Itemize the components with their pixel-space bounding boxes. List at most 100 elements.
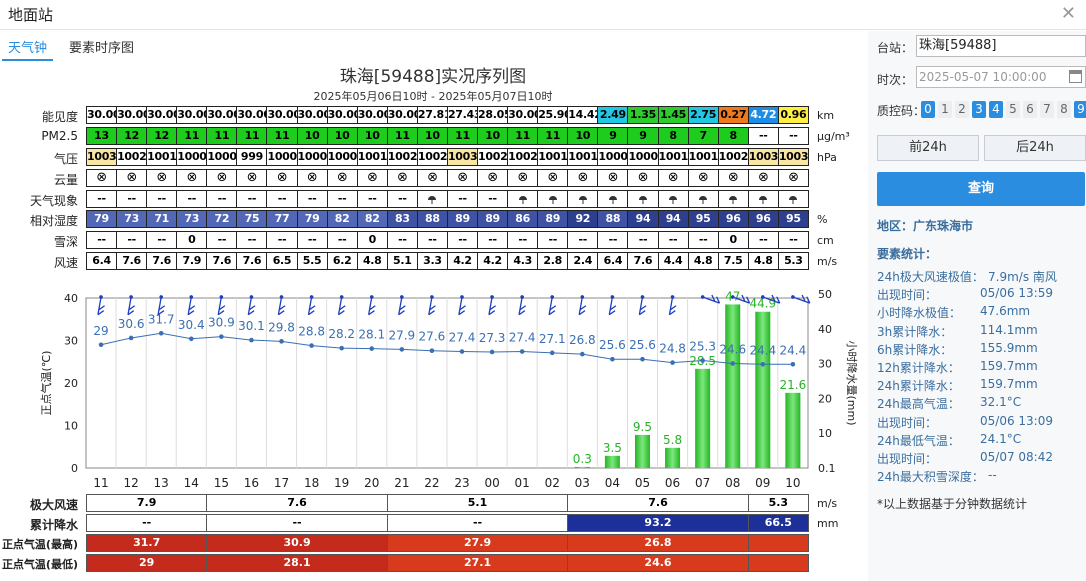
weather-cell: -- — [477, 190, 509, 208]
query-button[interactable]: 查询 — [877, 172, 1085, 206]
temperature-point — [429, 348, 435, 353]
stat-value: 24.1°C — [980, 431, 1022, 446]
summary-cell: 24.6 — [567, 554, 749, 572]
qc-code-toggle[interactable]: 6 — [1023, 101, 1037, 118]
rain-shower-icon — [567, 190, 599, 208]
wind-cell: 7.9 — [176, 252, 208, 270]
pm25-cell: 8 — [717, 127, 749, 145]
stat-key: 小时降水极值： — [877, 306, 962, 321]
temperature-point — [399, 347, 405, 352]
stat-value: 159.7mm — [980, 359, 1038, 373]
cloud-symbol-icon: ⊗ — [206, 169, 238, 187]
close-icon[interactable]: ✕ — [1061, 3, 1076, 24]
visibility-cell: 14.42 — [567, 106, 599, 124]
pressure-cell: 999 — [236, 148, 268, 166]
temperature-point — [279, 339, 284, 344]
x-tick-label: 08 — [725, 476, 740, 490]
temperature-point — [459, 349, 465, 354]
x-tick-label: 05 — [635, 476, 650, 490]
temperature-value-label: 27.3 — [479, 331, 506, 345]
summary-cell: 29 — [86, 554, 208, 572]
qc-code-toggle[interactable]: 0 — [921, 101, 935, 118]
snow-cell: -- — [386, 231, 418, 249]
temperature-value-label: 25.6 — [599, 338, 626, 352]
qc-code-toggle[interactable]: 3 — [972, 101, 986, 118]
temperature-point — [760, 362, 766, 367]
snow-cell: -- — [777, 231, 809, 249]
station-label: 台站： — [877, 41, 914, 55]
station-input[interactable]: 珠海[59488] — [916, 35, 1086, 57]
stats-title: 要素统计： — [877, 247, 938, 261]
cloud-symbol-icon: ⊗ — [747, 169, 779, 187]
precip-bar — [634, 434, 650, 468]
prev-24h-button[interactable]: 前24h — [877, 135, 979, 161]
wind-cell: 7.6 — [206, 252, 238, 270]
qc-code-toggle[interactable]: 7 — [1040, 101, 1054, 118]
x-tick-label: 10 — [785, 476, 800, 490]
weather-cell: -- — [326, 190, 358, 208]
weather-cell: -- — [236, 190, 268, 208]
wind-cell: 6.5 — [266, 252, 298, 270]
temperature-value-label: 24.6 — [719, 342, 746, 356]
time-input[interactable]: 2025-05-07 10:00:00 — [916, 66, 1086, 88]
snow-cell: -- — [266, 231, 298, 249]
pm25-cell: 11 — [236, 127, 268, 145]
qc-code-toggle[interactable]: 9 — [1074, 101, 1086, 118]
stat-value: 05/06 13:09 — [980, 413, 1053, 428]
wind-cell: 7.6 — [236, 252, 268, 270]
wind-cell: 3.3 — [416, 252, 448, 270]
pressure-cell: 1002 — [717, 148, 749, 166]
humidity-cell: 89 — [446, 210, 479, 228]
row-label-weather: 天气现象 — [29, 194, 78, 208]
x-tick-label: 07 — [695, 476, 710, 490]
visibility-cell: 30.00 — [206, 106, 238, 124]
temperature-point — [730, 361, 736, 366]
qc-code-toggle[interactable]: 2 — [955, 101, 969, 118]
qc-code-toggle[interactable]: 5 — [1006, 101, 1020, 118]
snow-cell: 0 — [356, 231, 388, 249]
x-tick-label: 15 — [214, 476, 229, 490]
tab-weather-clock[interactable]: 天气钟 — [2, 35, 54, 61]
stat-value: 7.9m/s 南风 — [988, 270, 1057, 284]
humidity-cell: 89 — [477, 210, 509, 228]
pm25-cell: 10 — [416, 127, 448, 145]
x-tick-label: 21 — [394, 476, 409, 490]
y2-axis-title: 小时降水量(mm) — [845, 340, 859, 425]
calendar-icon[interactable] — [1069, 70, 1082, 83]
summary-cell: 5.1 — [386, 494, 569, 512]
visibility-cell: 30.00 — [146, 106, 178, 124]
qc-code-toggle[interactable]: 1 — [938, 101, 952, 118]
visibility-cell: 30.00 — [326, 106, 358, 124]
temperature-point — [610, 356, 615, 362]
snow-cell: -- — [326, 231, 358, 249]
visibility-cell: 27.81 — [416, 106, 448, 124]
snow-cell: -- — [627, 231, 659, 249]
snow-cell: -- — [446, 231, 479, 249]
pressure-cell: 1002 — [477, 148, 509, 166]
weather-cell: -- — [386, 190, 418, 208]
wind-cell: 2.4 — [567, 252, 599, 270]
qc-code-toggle[interactable]: 4 — [989, 101, 1003, 118]
temperature-value-label: 30.9 — [208, 316, 235, 330]
humidity-cell: 73 — [176, 210, 208, 228]
cloud-symbol-icon: ⊗ — [386, 169, 418, 187]
temperature-point — [128, 335, 134, 341]
row-label-cloud: 云量 — [53, 173, 78, 187]
row-unit-wind: m/s — [817, 255, 838, 268]
summary-cell: 7.6 — [206, 494, 388, 512]
cloud-symbol-icon: ⊗ — [537, 169, 569, 187]
humidity-cell: 96 — [747, 210, 779, 228]
sidebar: 台站： 珠海[59488] 时次： 2025-05-07 10:00:00 质控… — [868, 31, 1086, 581]
visibility-cell: 30.00 — [386, 106, 418, 124]
temperature-value-label: 24.4 — [780, 343, 807, 357]
humidity-cell: 72 — [206, 210, 238, 228]
next-24h-button[interactable]: 后24h — [984, 135, 1086, 161]
visibility-cell: 1.35 — [627, 106, 659, 124]
qc-code-toggle[interactable]: 8 — [1057, 101, 1071, 118]
tab-element-timeseries[interactable]: 要素时序图 — [63, 35, 140, 58]
summary-cell: 5.3 — [747, 494, 809, 512]
humidity-cell: 75 — [236, 210, 268, 228]
temperature-value-label: 30.4 — [178, 318, 205, 332]
row-label-snow: 雪深 — [53, 235, 78, 249]
summary-row-label: 极大风速 — [29, 498, 78, 512]
